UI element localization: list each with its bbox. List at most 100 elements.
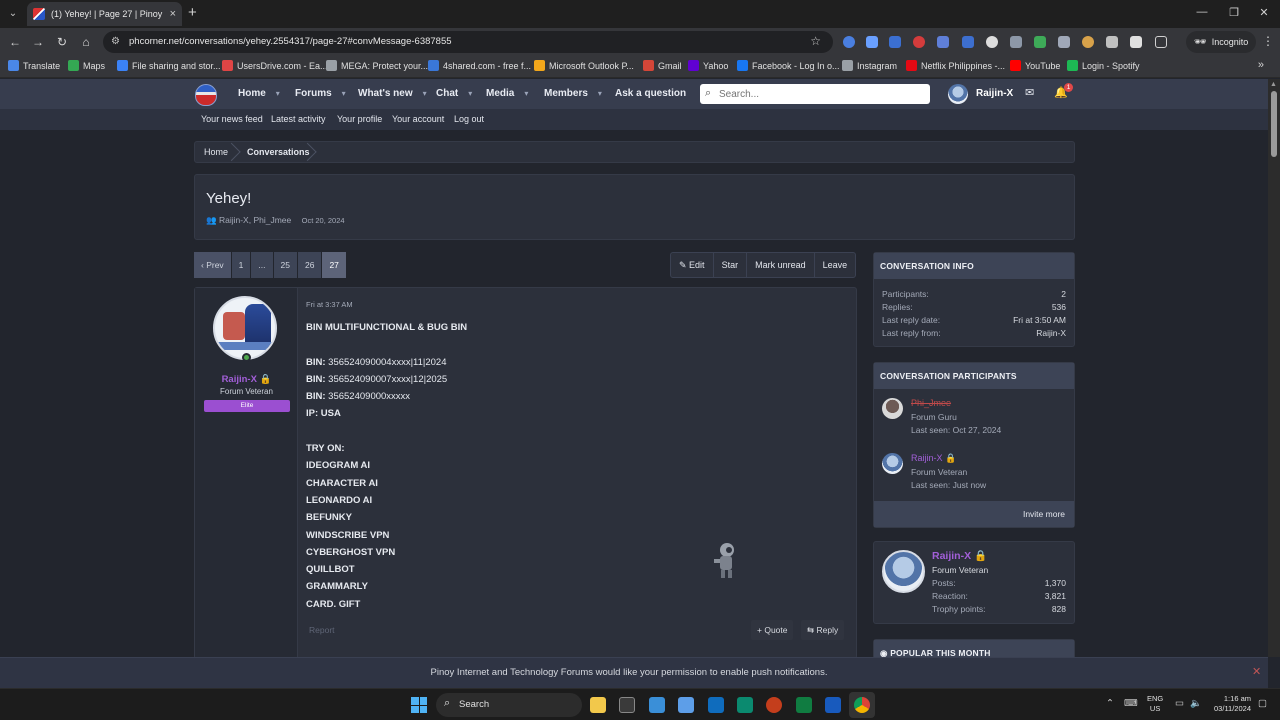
terminal-icon[interactable] xyxy=(619,697,635,713)
scroll-up-icon[interactable]: ▲ xyxy=(1270,81,1277,88)
mail-icon[interactable]: ✉ xyxy=(1025,86,1034,99)
extension-translate-icon[interactable] xyxy=(866,36,878,48)
site-logo[interactable] xyxy=(195,84,217,106)
url-text[interactable]: phcorner.net/conversations/yehey.2554317… xyxy=(129,36,452,47)
bookmark-item[interactable]: UsersDrive.com - Ea... xyxy=(222,60,328,71)
edit-button[interactable]: ✎ Edit xyxy=(671,253,713,277)
page-link-1[interactable]: 1 xyxy=(231,252,251,278)
minimize-icon[interactable]: — xyxy=(1195,6,1209,18)
bookmark-item[interactable]: MEGA: Protect your... xyxy=(326,60,428,71)
star-button[interactable]: Star xyxy=(712,253,747,277)
bookmark-item[interactable]: YouTube xyxy=(1010,60,1060,71)
extension-brush-icon[interactable] xyxy=(1058,36,1070,48)
author-name[interactable]: Raijin-X 🔒 xyxy=(195,374,298,385)
nav-item-chat[interactable]: Chat ▾ xyxy=(436,88,472,99)
chevron-down-icon[interactable]: ▾ xyxy=(423,89,427,98)
bookmark-item[interactable]: Yahoo xyxy=(688,60,728,71)
windows-start-icon[interactable] xyxy=(411,697,427,713)
subnav-latest-activity[interactable]: Latest activity xyxy=(271,114,326,124)
stat-value[interactable]: 1,370 xyxy=(1045,578,1066,588)
extension-play-icon[interactable] xyxy=(986,36,998,48)
page-link-26[interactable]: 26 xyxy=(297,252,322,278)
clock[interactable]: 1:16 am 03/11/2024 xyxy=(1207,694,1251,714)
push-notification-text[interactable]: Pinoy Internet and Technology Forums wou… xyxy=(0,667,1258,678)
quote-button[interactable]: + Quote xyxy=(751,620,794,640)
participant-avatar[interactable] xyxy=(882,398,903,419)
subnav-logout[interactable]: Log out xyxy=(454,114,484,124)
browser-menu-icon[interactable]: ⋮ xyxy=(1262,34,1274,48)
bookmark-item[interactable]: Login - Spotify xyxy=(1067,60,1140,71)
tray-chevron-icon[interactable]: ⌃ xyxy=(1106,698,1114,709)
leave-button[interactable]: Leave xyxy=(813,253,856,277)
nav-item-members[interactable]: Members ▾ xyxy=(544,88,602,99)
network-icon[interactable]: ▭ xyxy=(1175,698,1184,709)
notifications-icon[interactable]: ▢ xyxy=(1258,698,1267,709)
extension-cookie-icon[interactable] xyxy=(1082,36,1094,48)
chevron-down-icon[interactable]: ▾ xyxy=(342,89,346,98)
nav-item-ask-a-question[interactable]: Ask a question xyxy=(615,88,686,99)
reply-button[interactable]: ⇆ Reply xyxy=(801,620,845,640)
close-icon[interactable]: × xyxy=(170,8,176,20)
restore-icon[interactable]: ❐ xyxy=(1227,6,1241,19)
page-ellipsis[interactable]: ... xyxy=(251,252,273,278)
extension-shield-icon[interactable] xyxy=(843,36,855,48)
stat-value[interactable]: 3,821 xyxy=(1045,591,1066,601)
close-icon[interactable]: ✕ xyxy=(1252,665,1261,678)
page-scrollbar[interactable]: ▲ xyxy=(1268,79,1280,657)
back-icon[interactable]: ← xyxy=(8,35,22,49)
profile-avatar[interactable] xyxy=(882,550,925,593)
taskbar-search[interactable]: ⌕ Search xyxy=(436,693,582,717)
prev-page-button[interactable]: ‹ Prev xyxy=(194,252,231,278)
word-icon[interactable] xyxy=(825,697,841,713)
bookmark-item[interactable]: Microsoft Outlook P... xyxy=(534,60,634,71)
volume-icon[interactable]: 🔈 xyxy=(1190,698,1202,709)
subnav-profile[interactable]: Your profile xyxy=(337,114,382,124)
bookmark-item[interactable]: Translate xyxy=(8,60,60,71)
nav-item-home[interactable]: Home ▾ xyxy=(238,88,280,99)
mark-unread-button[interactable]: Mark unread xyxy=(746,253,814,277)
scroll-thumb[interactable] xyxy=(1271,91,1277,157)
extension-flag-icon[interactable] xyxy=(937,36,949,48)
participant-avatar[interactable] xyxy=(882,453,903,474)
tab-search-icon[interactable]: ⌄ xyxy=(5,6,21,22)
participant-name[interactable]: Raijin-X 🔒 xyxy=(911,453,956,464)
bookmark-item[interactable]: 4shared.com - free f... xyxy=(428,60,531,71)
chevron-down-icon[interactable]: ▾ xyxy=(524,89,528,98)
invite-more-button[interactable]: Invite more xyxy=(874,501,1074,527)
nav-item-what-s-new[interactable]: What's new ▾ xyxy=(358,88,427,99)
adblock-icon[interactable] xyxy=(913,36,925,48)
publisher-icon[interactable] xyxy=(737,697,753,713)
author-avatar[interactable] xyxy=(213,296,277,360)
chevron-down-icon[interactable]: ▾ xyxy=(276,89,280,98)
address-bar[interactable]: ⚙ phcorner.net/conversations/yehey.25543… xyxy=(103,31,833,53)
bookmark-item[interactable]: Maps xyxy=(68,60,105,71)
incognito-indicator[interactable]: 🕶 Incognito xyxy=(1186,31,1257,53)
mail-app-icon[interactable] xyxy=(649,697,665,713)
page-link-25[interactable]: 25 xyxy=(273,252,297,278)
stat-value[interactable]: 828 xyxy=(1052,604,1066,614)
extension-puzzle-icon[interactable] xyxy=(1010,36,1022,48)
nav-item-forums[interactable]: Forums ▾ xyxy=(295,88,346,99)
site-search[interactable]: ⌕ xyxy=(700,84,930,104)
chrome-taskbar-button[interactable] xyxy=(849,692,875,718)
more-bookmarks-icon[interactable]: » xyxy=(1258,59,1264,71)
chevron-down-icon[interactable]: ▾ xyxy=(598,89,602,98)
powerpoint-icon[interactable] xyxy=(766,697,782,713)
reload-icon[interactable]: ↻ xyxy=(55,35,69,49)
participant-name[interactable]: Phi_Jmee xyxy=(911,398,951,408)
browser-tab[interactable]: (1) Yehey! | Page 27 | Pinoy Inte × xyxy=(27,2,182,26)
input-language[interactable]: ENG US xyxy=(1147,694,1163,714)
subnav-account[interactable]: Your account xyxy=(392,114,444,124)
message-time[interactable]: Fri at 3:37 AM xyxy=(306,300,353,309)
subnav-news-feed[interactable]: Your news feed xyxy=(201,114,263,124)
profile-name[interactable]: Raijin-X 🔒 xyxy=(932,549,987,562)
bookmark-item[interactable]: Instagram xyxy=(842,60,897,71)
site-info-icon[interactable]: ⚙ xyxy=(111,36,120,47)
nav-item-media[interactable]: Media ▾ xyxy=(486,88,528,99)
search-input[interactable] xyxy=(719,87,919,101)
excel-icon[interactable] xyxy=(796,697,812,713)
forward-icon[interactable]: → xyxy=(31,35,45,49)
extension-vpn-icon[interactable] xyxy=(889,36,901,48)
bookmark-star-icon[interactable]: ☆ xyxy=(810,34,821,48)
page-link-current[interactable]: 27 xyxy=(322,252,346,278)
